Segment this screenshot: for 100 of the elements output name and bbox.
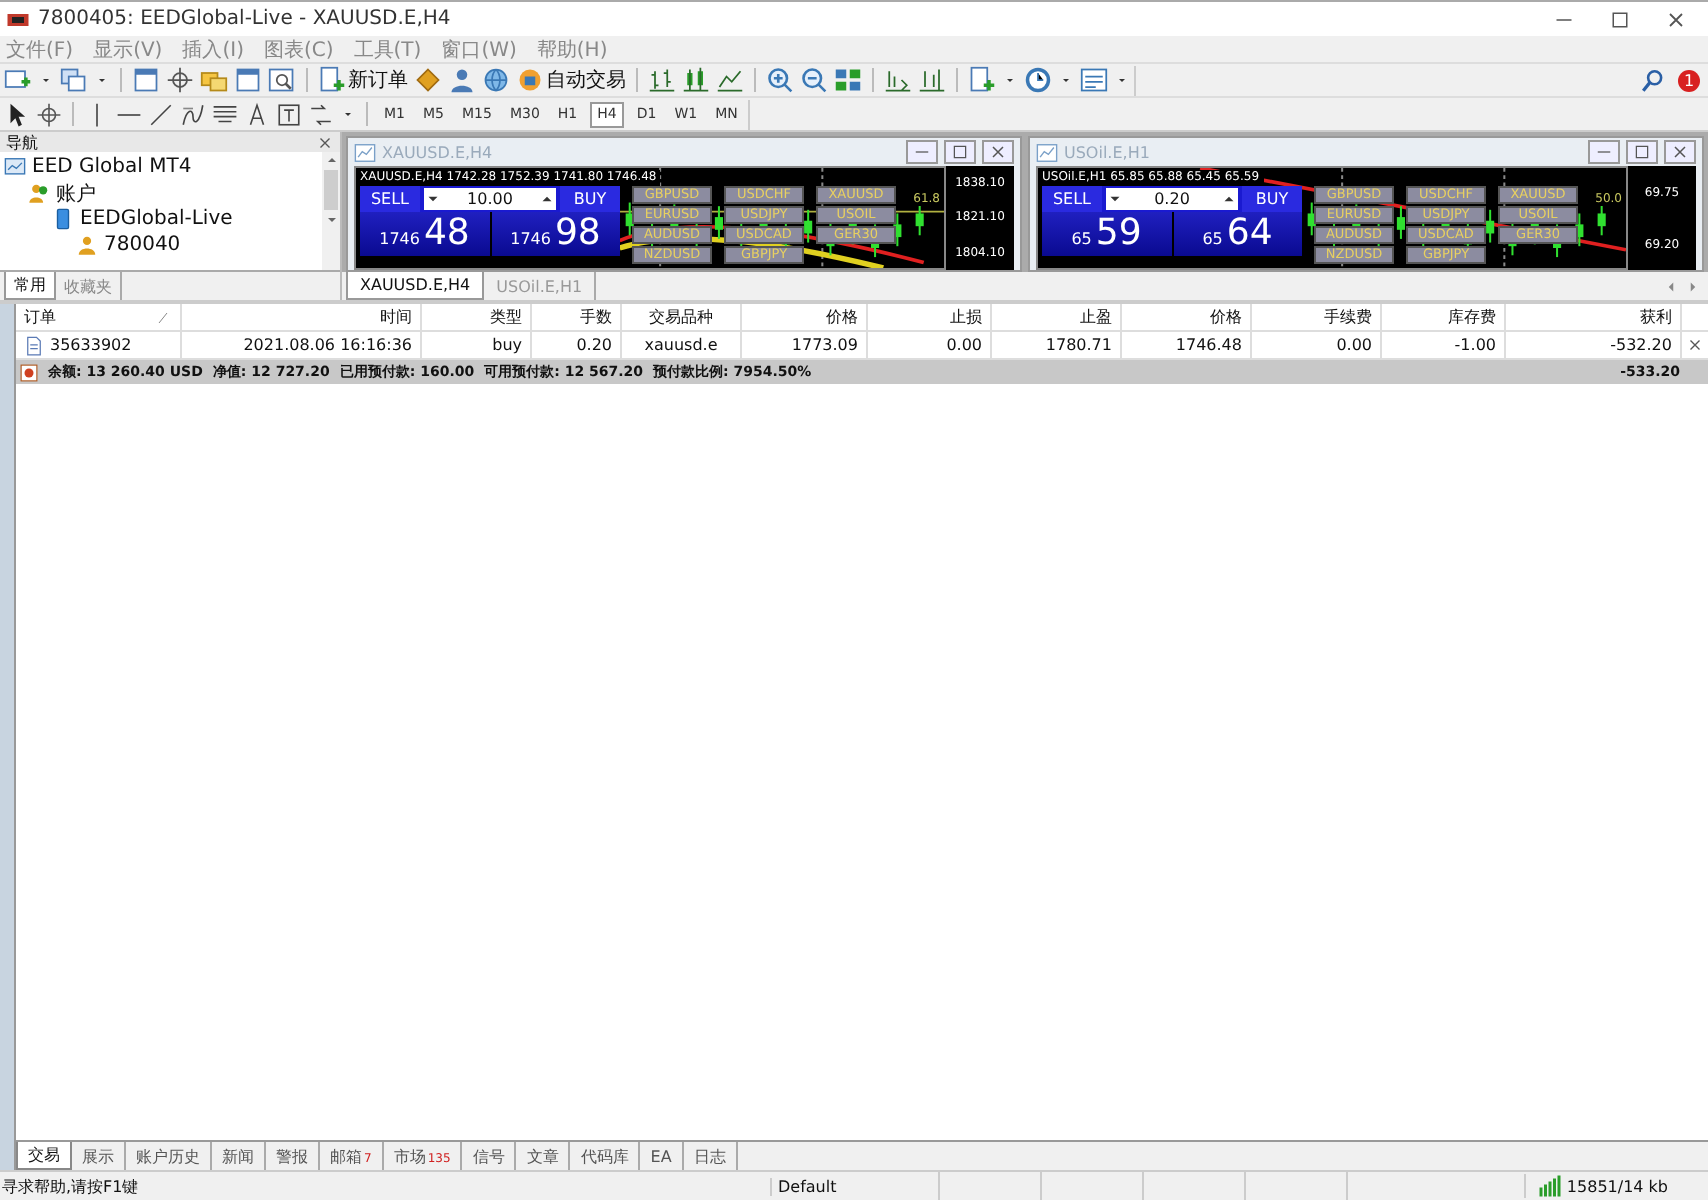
maximize-icon[interactable] [944,140,976,164]
table-cell: xauusd.e [622,332,742,358]
terminal-handle[interactable] [0,304,16,1170]
sell-button[interactable]: SELL [360,186,420,212]
candlestick [1597,201,1606,237]
account-icon [76,234,98,256]
bar-chart-icon[interactable] [648,66,676,94]
column-header[interactable]: 价格 [742,304,868,330]
column-header[interactable]: 手续费 [1252,304,1382,330]
status-text: 寻求帮助,请按F1键 [0,1175,141,1197]
terminal-tab[interactable]: 交易 [16,1142,72,1170]
chart-window-title: XAUUSD.E,H4 [382,143,493,161]
column-header[interactable]: 交易品种 [622,304,742,330]
column-header[interactable]: 订单 [16,304,182,330]
candlestick [1396,205,1405,240]
chart-window-icon [354,141,376,163]
candlestick [915,201,924,237]
table-cell: 35633902 [16,332,182,358]
table-cell: 1773.09 [742,332,868,358]
document-plus-icon[interactable] [968,66,996,94]
table-cell: 0.20 [532,332,622,358]
person-icon[interactable] [448,66,476,94]
column-header[interactable]: 库存费 [1382,304,1506,330]
panel-tab[interactable]: 常用 [4,272,56,300]
chart-scroll-icon[interactable] [884,66,912,94]
tree-item[interactable]: 780040 [104,234,181,256]
candlestick [1486,208,1495,244]
auto-trading-button[interactable]: 自动交易 [516,66,626,94]
zoom-out-icon[interactable] [800,66,828,94]
column-header[interactable]: 时间 [182,304,422,330]
chart-tab[interactable]: XAUUSD.E,H4 [346,272,485,300]
column-header[interactable]: 手数 [532,304,622,330]
column-header[interactable]: 获利 [1506,304,1682,330]
minimize-icon[interactable] [906,140,938,164]
grid-icon[interactable] [834,66,862,94]
zoom-in-icon[interactable] [766,66,794,94]
crosshair-icon[interactable] [166,66,194,94]
close-icon[interactable] [316,133,334,151]
sort-icon [156,309,172,325]
volume-field[interactable]: 0.20 [1106,188,1238,210]
table-cell: buy [422,332,532,358]
panel-title: 导航 [6,131,38,153]
connection-status: 15851/14 kb [1566,1177,1668,1195]
table-cell: -532.20 [1506,332,1682,358]
column-header[interactable]: 止损 [868,304,992,330]
buy-price[interactable]: 1746 98 [491,212,620,256]
maximize-icon[interactable] [1608,7,1632,31]
tree-item[interactable]: EEDGlobal-Live [80,208,233,230]
minimize-icon[interactable] [1588,140,1620,164]
buy-button[interactable]: BUY [560,186,620,212]
arrows-icon[interactable] [308,101,334,127]
line-chart-icon[interactable] [716,66,744,94]
signal-bars-icon [1538,1174,1563,1198]
label-icon[interactable] [276,101,302,127]
volume-field[interactable]: 10.00 [424,188,556,210]
trend-line-icon[interactable] [148,101,174,127]
letter-icon[interactable] [244,101,270,127]
table-cell: -1.00 [1382,332,1506,358]
candlestick-icon[interactable] [682,66,710,94]
sell-button[interactable]: SELL [1042,186,1102,212]
window-icon[interactable] [132,66,160,94]
magnifier-window-icon[interactable] [268,66,296,94]
chart-window-title: USOil.E,H1 [1064,143,1150,161]
candlestick [804,208,813,244]
window-icon[interactable] [234,66,262,94]
clock-icon[interactable] [1024,66,1052,94]
server-icon [52,208,74,230]
windows-icon[interactable] [60,66,88,94]
sell-price[interactable]: 65 59 [1042,212,1171,256]
tree-item[interactable]: 账户 [56,179,96,207]
document-plus-icon [318,66,346,94]
window-title: 7800405: EEDGlobal-Live - XAUUSD.E,H4 [38,8,451,30]
chart-window-icon [1036,141,1058,163]
parallel-lines-icon[interactable] [212,101,238,127]
template-icon[interactable] [1080,66,1108,94]
people-icon [28,182,50,204]
search-icon[interactable] [1640,67,1666,93]
column-header[interactable]: 类型 [422,304,532,330]
globe-icon[interactable] [482,66,510,94]
close-icon[interactable] [982,140,1014,164]
buy-price[interactable]: 65 64 [1173,212,1302,256]
scrollbar[interactable] [322,152,340,270]
sell-price[interactable]: 1746 48 [360,212,489,256]
maximize-icon[interactable] [1626,140,1658,164]
column-header[interactable]: 价格 [1122,304,1252,330]
notification-badge[interactable]: 1 [1678,69,1700,91]
buy-button[interactable]: BUY [1242,186,1302,212]
close-icon[interactable] [1686,336,1704,354]
close-icon[interactable] [1664,7,1688,31]
column-header[interactable]: 止盈 [992,304,1122,330]
fibonacci-icon[interactable] [180,101,206,127]
chart-shift-icon[interactable] [918,66,946,94]
close-icon[interactable] [1664,140,1696,164]
table-cell: 0.00 [1252,332,1382,358]
chart-plus-icon[interactable] [4,66,32,94]
table-cell: 1746.48 [1122,332,1252,358]
crosshair-icon[interactable] [36,101,62,127]
tree-item[interactable]: EED Global MT4 [32,156,192,178]
new-order-button[interactable]: 新订单 [318,66,408,94]
table-cell: 2021.08.06 16:16:36 [182,332,422,358]
